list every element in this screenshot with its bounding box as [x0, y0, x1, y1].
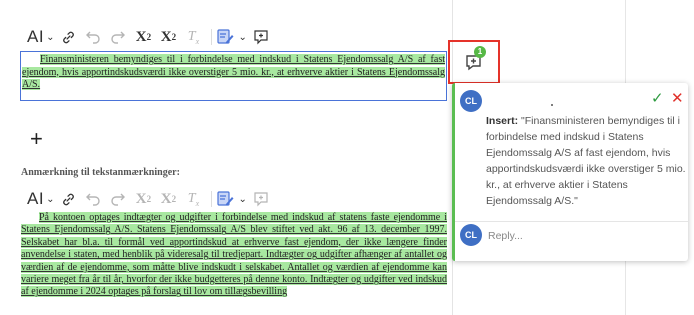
- add-block-button[interactable]: +: [30, 128, 43, 150]
- clear-format-button[interactable]: Tx: [182, 187, 204, 211]
- track-changes-icon: [216, 28, 236, 46]
- ai-label: AI: [27, 189, 45, 208]
- separator-dot: [551, 104, 553, 106]
- comment-marker[interactable]: 1: [448, 40, 500, 84]
- editor-1-content[interactable]: Finansministeren bemyndiges til i forbin…: [21, 52, 446, 92]
- suggestion-card[interactable]: CL ✓ ✕ Insert: "Finansministeren bemyndi…: [452, 83, 688, 261]
- redo-icon: [111, 31, 126, 44]
- reply-input[interactable]: Reply...: [488, 230, 523, 242]
- editor-box-1[interactable]: Finansministeren bemyndiges til i forbin…: [20, 51, 447, 101]
- add-comment-button[interactable]: [250, 187, 272, 211]
- superscript-button[interactable]: X2: [132, 25, 154, 49]
- inserted-text-2[interactable]: På kontoen optages indtægter og udgifter…: [21, 212, 447, 298]
- inserted-text-1[interactable]: Finansministeren bemyndiges til i forbin…: [22, 54, 445, 90]
- chevron-down-icon: ⌄: [46, 193, 55, 205]
- editor-toolbar-2: AI ⌄ X2 X2 Tx ⌄: [27, 186, 275, 212]
- annotation-heading: Anmærkning til tekstanmærkninger:: [21, 167, 180, 178]
- link-button[interactable]: [57, 187, 79, 211]
- undo-icon: [86, 193, 101, 206]
- editor-2-content[interactable]: På kontoen optages indtægter og udgifter…: [20, 211, 448, 299]
- redo-button[interactable]: [107, 25, 129, 49]
- ai-assistant-button[interactable]: AI ⌄: [27, 187, 54, 211]
- link-icon: [63, 193, 74, 205]
- suggestion-label: Insert:: [486, 115, 519, 127]
- avatar: CL: [460, 90, 482, 112]
- link-icon: [63, 31, 74, 43]
- card-divider: [455, 221, 688, 222]
- clear-format-button[interactable]: Tx: [182, 25, 204, 49]
- redo-button[interactable]: [107, 187, 129, 211]
- suggestion-body: "Finansministeren bemyndiges til i forbi…: [486, 115, 686, 207]
- reply-avatar: CL: [460, 224, 482, 246]
- editor-box-2[interactable]: På kontoen optages indtægter og udgifter…: [20, 211, 448, 315]
- add-comment-icon: [254, 192, 268, 207]
- undo-button[interactable]: [82, 25, 104, 49]
- toolbar-separator: [211, 29, 213, 45]
- ai-assistant-button[interactable]: AI ⌄: [27, 25, 54, 49]
- clear-format-icon: Tx: [187, 190, 200, 208]
- close-icon[interactable]: ✕: [671, 89, 684, 107]
- redo-icon: [111, 193, 126, 206]
- checkmark-icon[interactable]: ✓: [651, 89, 664, 107]
- chevron-down-icon: ⌄: [238, 31, 247, 43]
- add-comment-button[interactable]: [250, 25, 272, 49]
- track-changes-icon: [216, 190, 236, 208]
- subscript-button[interactable]: X2: [157, 187, 179, 211]
- link-button[interactable]: [57, 25, 79, 49]
- ai-label: AI: [27, 27, 45, 46]
- toolbar-separator: [211, 191, 213, 207]
- chevron-down-icon: ⌄: [46, 31, 55, 43]
- editor-toolbar-1: AI ⌄ X2 X2 Tx ⌄: [27, 24, 275, 50]
- undo-icon: [86, 31, 101, 44]
- track-changes-button[interactable]: ⌄: [216, 187, 247, 211]
- track-changes-button[interactable]: ⌄: [216, 25, 247, 49]
- suggestion-text: Insert: "Finansministeren bemyndiges til…: [486, 113, 686, 209]
- chevron-down-icon: ⌄: [238, 193, 247, 205]
- clear-format-icon: Tx: [187, 28, 200, 46]
- undo-button[interactable]: [82, 187, 104, 211]
- superscript-button[interactable]: X2: [132, 187, 154, 211]
- add-comment-icon: [254, 30, 268, 45]
- comment-count-badge: 1: [474, 46, 486, 58]
- subscript-button[interactable]: X2: [157, 25, 179, 49]
